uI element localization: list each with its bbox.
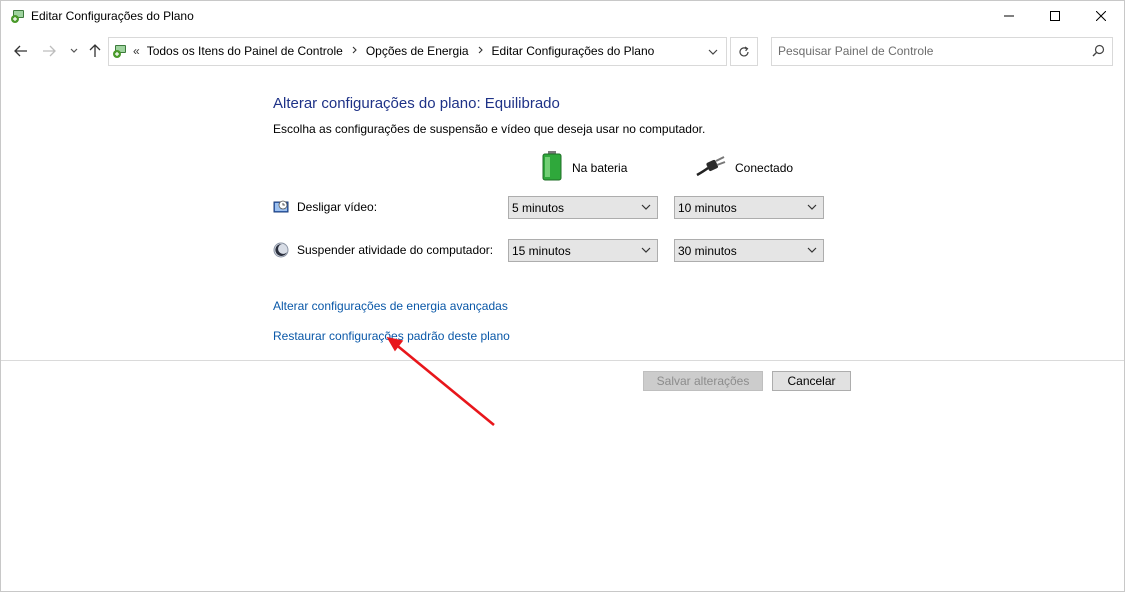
- chevron-right-icon[interactable]: [352, 45, 357, 57]
- breadcrumb-item-power-options[interactable]: Opções de Energia: [366, 44, 469, 58]
- breadcrumb: « Todos os Itens do Painel de Controle O…: [133, 44, 654, 58]
- chevron-down-icon: [807, 247, 817, 253]
- moon-sleep-icon: [273, 242, 289, 258]
- close-button[interactable]: [1078, 1, 1124, 31]
- setting-row-display: Desligar vídeo:: [273, 199, 377, 215]
- sleep-plugged-select[interactable]: 30 minutos: [674, 239, 824, 262]
- divider: [1, 360, 1124, 361]
- chevron-down-icon: [641, 204, 651, 210]
- chevron-right-icon[interactable]: [478, 45, 483, 57]
- title-bar[interactable]: Editar Configurações do Plano: [1, 1, 1124, 31]
- address-dropdown-button[interactable]: [700, 38, 726, 65]
- maximize-icon: [1050, 11, 1060, 21]
- address-bar[interactable]: « Todos os Itens do Painel de Controle O…: [108, 37, 727, 66]
- power-options-icon: [10, 8, 26, 24]
- breadcrumb-overflow[interactable]: «: [133, 44, 140, 58]
- setting-label: Desligar vídeo:: [297, 200, 378, 214]
- up-button[interactable]: [85, 41, 105, 61]
- breadcrumb-item-all-control-panel[interactable]: Todos os Itens do Painel de Controle: [147, 44, 343, 58]
- cancel-button[interactable]: Cancelar: [772, 371, 851, 391]
- chevron-down-icon: [807, 204, 817, 210]
- column-label-plugged: Conectado: [735, 160, 794, 175]
- breadcrumb-item-edit-plan[interactable]: Editar Configurações do Plano: [492, 44, 655, 58]
- display-off-plugged-select[interactable]: 10 minutos: [674, 196, 824, 219]
- column-label-battery: Na bateria: [572, 160, 628, 175]
- display-off-battery-select[interactable]: 5 minutos: [508, 196, 658, 219]
- plug-icon: [696, 155, 726, 180]
- window: Editar Configurações do Plano « Todos os…: [0, 0, 1125, 592]
- chevron-down-icon: [70, 48, 78, 53]
- power-options-icon: [112, 43, 128, 59]
- page-description: Escolha as configurações de suspensão e …: [273, 122, 706, 136]
- column-header-battery: Na bateria: [541, 151, 627, 184]
- minimize-button[interactable]: [986, 1, 1032, 31]
- minimize-icon: [1004, 15, 1014, 17]
- search-icon[interactable]: [1092, 44, 1105, 62]
- arrow-up-icon: [89, 44, 101, 57]
- arrow-right-icon: [43, 45, 56, 57]
- save-changes-button[interactable]: Salvar alterações: [643, 371, 763, 391]
- back-button[interactable]: [11, 41, 31, 61]
- display-clock-icon: [273, 199, 289, 215]
- page-title: Alterar configurações do plano: Equilibr…: [273, 95, 560, 112]
- recent-locations-button[interactable]: [64, 41, 84, 61]
- chevron-down-icon: [641, 247, 651, 253]
- sleep-battery-select[interactable]: 15 minutos: [508, 239, 658, 262]
- arrow-left-icon: [14, 45, 27, 57]
- setting-label: Suspender atividade do computador:: [297, 243, 494, 257]
- search-input[interactable]: [778, 43, 1078, 59]
- chevron-down-icon: [708, 49, 718, 55]
- refresh-icon: [739, 45, 749, 56]
- refresh-button[interactable]: [730, 37, 758, 66]
- forward-button[interactable]: [39, 41, 59, 61]
- setting-row-sleep: Suspender atividade do computador:: [273, 242, 493, 258]
- restore-defaults-link[interactable]: Restaurar configurações padrão deste pla…: [273, 329, 510, 343]
- search-box[interactable]: [771, 37, 1113, 66]
- window-title: Editar Configurações do Plano: [31, 9, 194, 23]
- maximize-button[interactable]: [1032, 1, 1078, 31]
- advanced-settings-link[interactable]: Alterar configurações de energia avançad…: [273, 299, 508, 313]
- close-icon: [1096, 11, 1106, 21]
- column-header-plugged: Conectado: [696, 155, 793, 180]
- battery-icon: [541, 151, 563, 184]
